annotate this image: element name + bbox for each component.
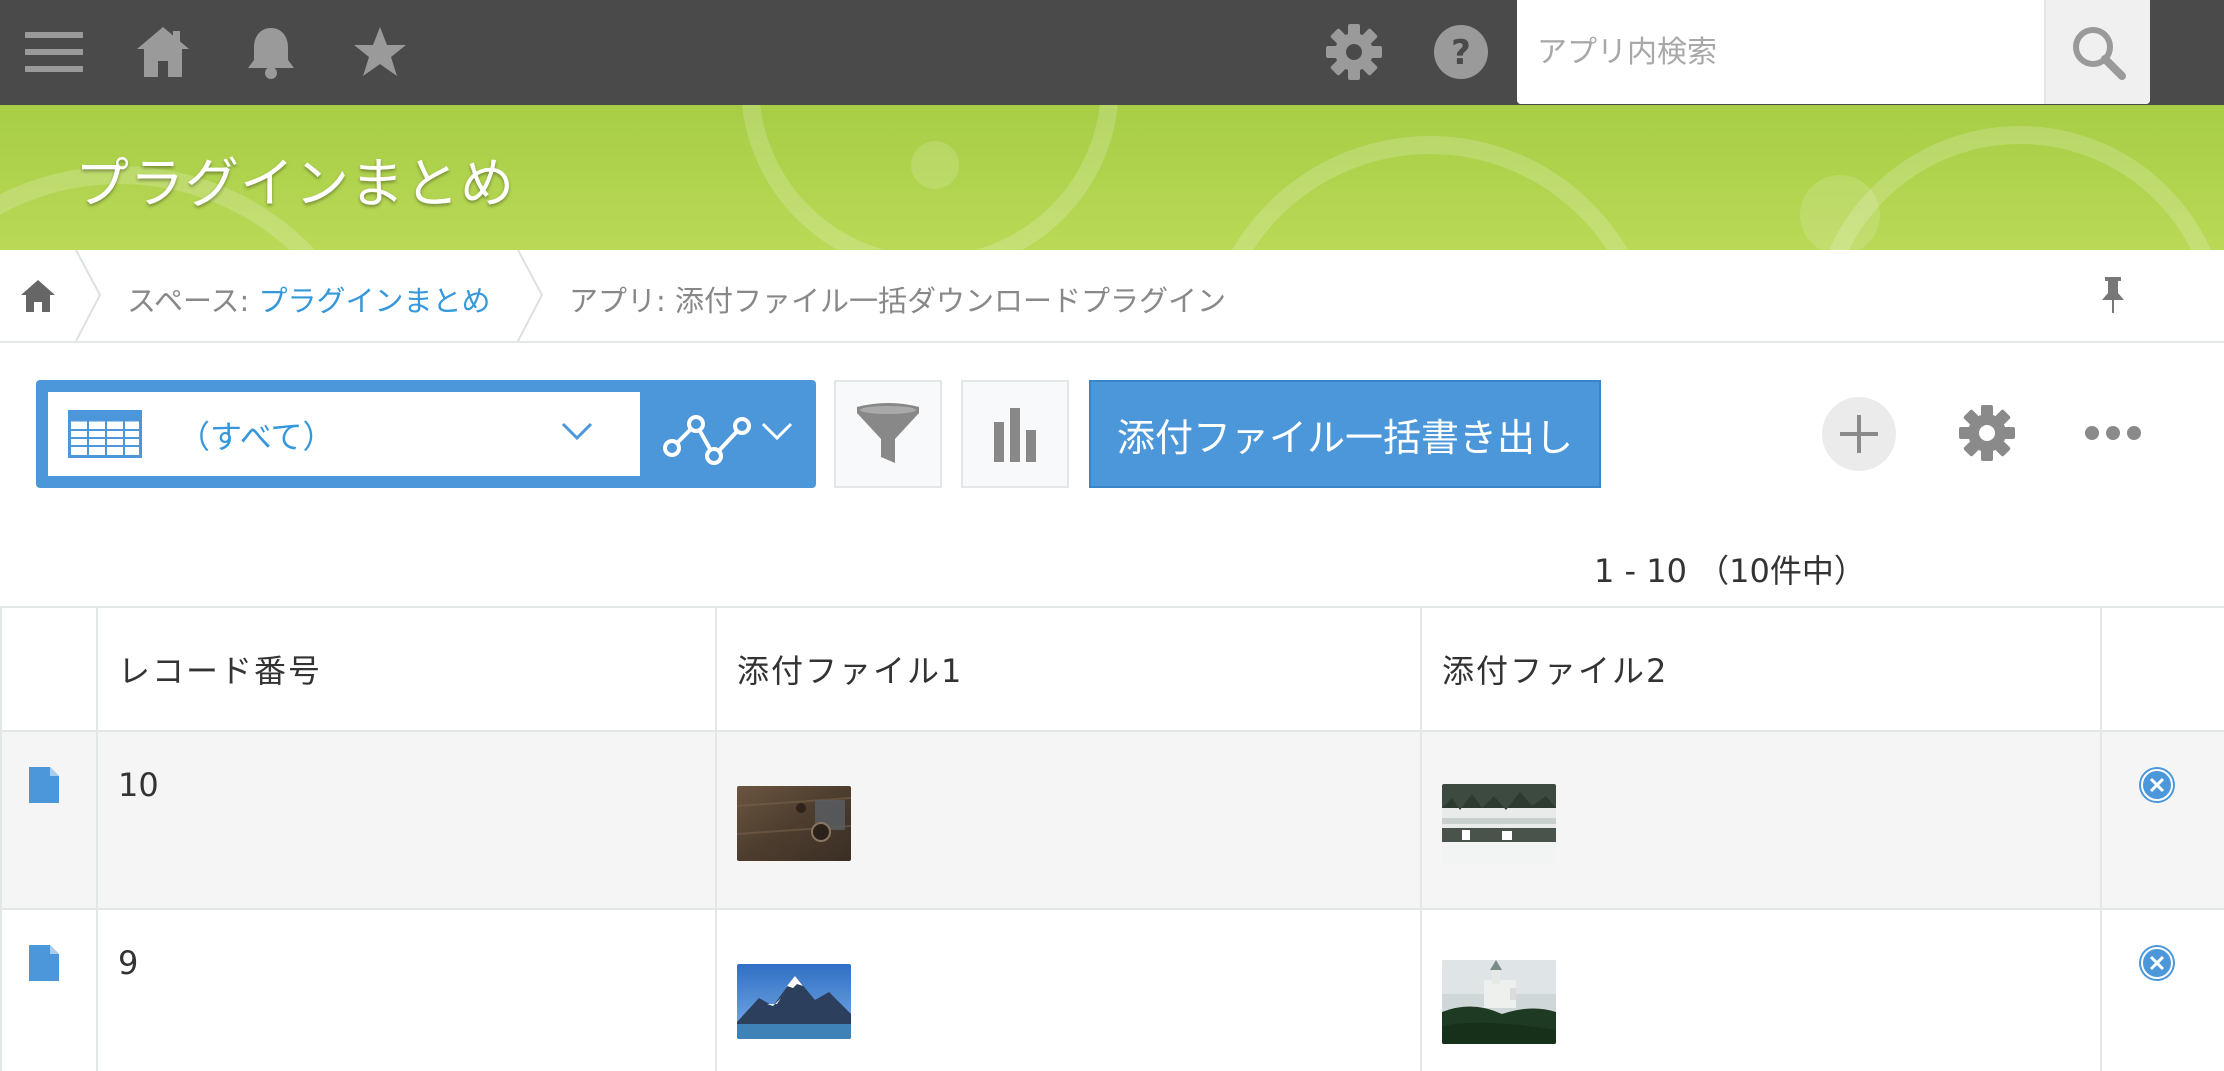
table-header-row: レコード番号 添付ファイル1 添付ファイル2	[0, 606, 2224, 732]
add-record-button[interactable]	[1822, 397, 1896, 471]
search-input[interactable]	[1517, 0, 2044, 104]
global-header: ?	[0, 0, 2224, 105]
record-detail-cell	[0, 730, 98, 910]
star-icon[interactable]	[350, 22, 410, 82]
column-header-attachment-2[interactable]: 添付ファイル2	[1420, 606, 2102, 732]
record-actions-cell	[2100, 730, 2224, 910]
delete-record-icon[interactable]	[2138, 766, 2176, 804]
filter-icon	[857, 403, 919, 463]
attachment-2-cell	[1420, 908, 2102, 1071]
bell-icon[interactable]	[241, 22, 301, 82]
more-options-button[interactable]	[2078, 410, 2148, 456]
svg-text:?: ?	[1451, 33, 1471, 73]
table-row: 10	[0, 730, 2224, 910]
breadcrumb-app: アプリ: 添付ファイル一括ダウンロードプラグイン	[569, 284, 1226, 318]
app-settings-button[interactable]	[1954, 400, 2020, 466]
table-row: 9	[0, 908, 2224, 1071]
menu-icon[interactable]	[24, 22, 84, 82]
record-detail-cell	[0, 908, 98, 1071]
breadcrumb: スペース: プラグインまとめ アプリ: 添付ファイル一括ダウンロードプラグイン	[0, 250, 2224, 343]
chevron-down-icon	[561, 422, 593, 441]
breadcrumb-space: スペース: プラグインまとめ	[127, 278, 491, 320]
space-banner: プラグインまとめ	[0, 105, 2224, 250]
breadcrumb-separator	[75, 250, 102, 341]
search-icon	[2073, 27, 2126, 80]
document-icon[interactable]	[28, 766, 60, 804]
records-table: レコード番号 添付ファイル1 添付ファイル2 10 9	[0, 606, 2224, 1071]
breadcrumb-home-icon[interactable]	[0, 250, 75, 341]
search-button[interactable]	[2044, 0, 2150, 104]
graph-icon	[663, 415, 751, 465]
view-select-label: （すべて）	[178, 418, 335, 456]
view-selector-group: （すべて）	[36, 380, 816, 488]
home-icon[interactable]	[133, 22, 193, 82]
breadcrumb-space-link[interactable]: プラグインまとめ	[259, 284, 491, 318]
more-dots-icon	[2085, 426, 2141, 440]
attachment-thumbnail[interactable]	[1442, 960, 1556, 1044]
breadcrumb-separator	[517, 250, 544, 341]
column-header-record-number[interactable]: レコード番号	[96, 606, 717, 732]
search-box	[1517, 0, 2150, 104]
graph-menu-button[interactable]	[648, 392, 804, 476]
help-icon[interactable]: ?	[1431, 22, 1491, 82]
record-actions-cell	[2100, 908, 2224, 1071]
space-title: プラグインまとめ	[75, 152, 515, 215]
gear-icon	[1959, 405, 2015, 461]
attachment-2-cell	[1420, 730, 2102, 910]
pagination-text: 1 - 10 （10件中）	[1594, 552, 1866, 590]
attachment-thumbnail[interactable]	[737, 964, 851, 1039]
gear-icon[interactable]	[1324, 22, 1384, 82]
record-number-cell: 9	[96, 908, 717, 1071]
record-number-cell: 10	[96, 730, 717, 910]
breadcrumb-space-prefix: スペース:	[127, 284, 259, 318]
view-select[interactable]: （すべて）	[48, 392, 640, 476]
document-icon[interactable]	[28, 944, 60, 982]
pin-icon[interactable]	[2090, 272, 2136, 318]
attachment-1-cell	[715, 908, 1422, 1071]
attachment-thumbnail[interactable]	[1442, 784, 1556, 864]
column-header-actions	[2100, 606, 2224, 732]
column-header-attachment-1[interactable]: 添付ファイル1	[715, 606, 1422, 732]
attachment-thumbnail[interactable]	[737, 786, 851, 861]
attachment-1-cell	[715, 730, 1422, 910]
delete-record-icon[interactable]	[2138, 944, 2176, 982]
chevron-down-icon	[761, 422, 793, 441]
bulk-export-attachments-button[interactable]: 添付ファイル一括書き出し	[1089, 380, 1601, 488]
filter-button[interactable]	[834, 380, 942, 488]
table-view-icon	[68, 410, 142, 458]
graph-button[interactable]	[961, 380, 1069, 488]
column-header-detail	[0, 606, 98, 732]
bar-chart-icon	[994, 408, 1036, 462]
plus-icon	[1840, 415, 1878, 453]
